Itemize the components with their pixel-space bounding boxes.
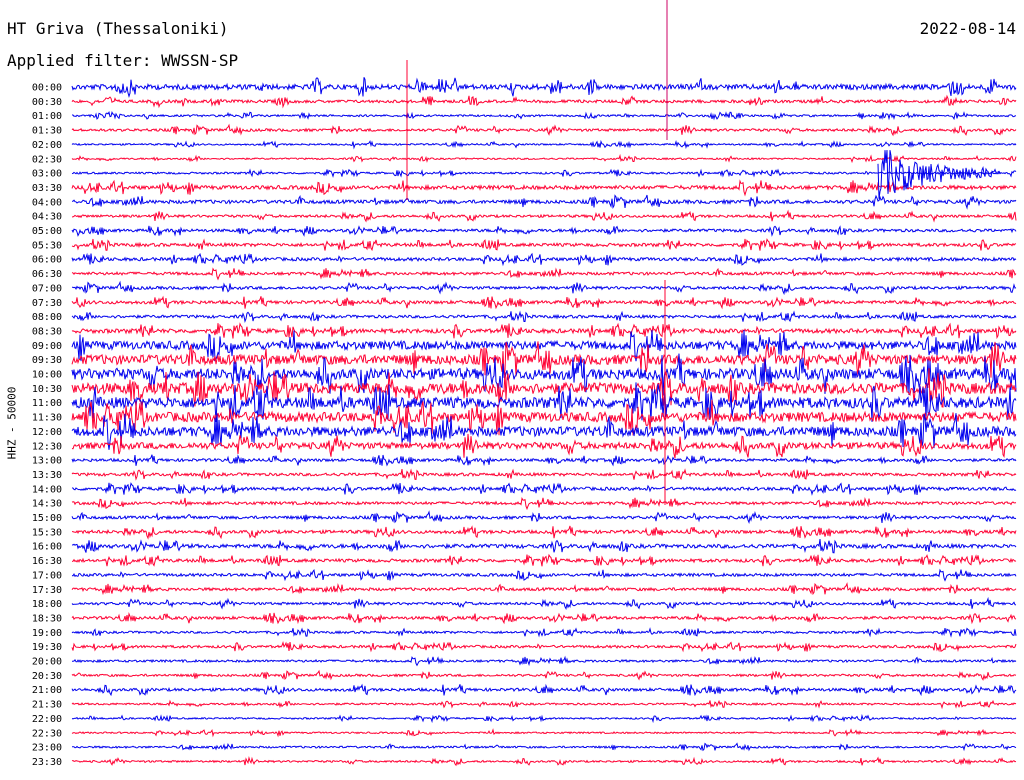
seismic-trace xyxy=(71,153,1017,164)
seismic-trace xyxy=(71,553,1017,567)
seismic-trace xyxy=(71,596,1017,611)
time-label: 19:00 xyxy=(32,628,62,639)
seismic-trace xyxy=(71,699,1017,710)
time-label: 11:00 xyxy=(32,398,62,409)
time-label: 10:30 xyxy=(32,384,62,395)
time-label: 22:00 xyxy=(32,714,62,725)
time-label: 23:00 xyxy=(32,743,62,754)
seismic-trace xyxy=(71,280,1017,296)
time-label: 13:00 xyxy=(32,456,62,467)
time-label: 08:00 xyxy=(32,312,62,323)
seismic-trace xyxy=(71,310,1017,323)
time-label: 14:30 xyxy=(32,499,62,510)
time-label: 07:30 xyxy=(32,298,62,309)
seismic-trace xyxy=(72,209,1017,223)
time-label: 10:00 xyxy=(32,370,62,381)
seismic-trace xyxy=(71,568,1017,582)
time-label: 00:30 xyxy=(32,97,62,108)
time-label: 03:30 xyxy=(32,183,62,194)
helicorder-plot: 00:00 00:30 01:00 01:30 02:00 02:30 03:00 03:30… xyxy=(32,0,1017,768)
seismic-trace xyxy=(72,194,1017,210)
time-label: 19:30 xyxy=(32,642,62,653)
seismic-trace xyxy=(71,713,1017,724)
seismic-trace xyxy=(71,728,1017,738)
time-label: 12:30 xyxy=(32,441,62,452)
seismic-trace xyxy=(71,329,1017,362)
time-label: 06:30 xyxy=(32,269,62,280)
seismic-trace xyxy=(71,322,1017,340)
time-label: 18:00 xyxy=(32,599,62,610)
time-label: 04:30 xyxy=(32,212,62,223)
seismic-trace xyxy=(71,168,1017,178)
time-label: 18:30 xyxy=(32,613,62,624)
time-label: 17:00 xyxy=(32,570,62,581)
time-label: 01:00 xyxy=(32,111,62,122)
seismic-trace xyxy=(71,238,1017,252)
seismic-trace xyxy=(72,525,1017,540)
time-label: 11:30 xyxy=(32,413,62,424)
seismic-trace xyxy=(71,468,1017,481)
seismic-trace xyxy=(71,295,1017,310)
seismic-trace xyxy=(71,139,1017,150)
time-label: 15:00 xyxy=(32,513,62,524)
seismic-trace xyxy=(71,627,1017,638)
seismic-trace xyxy=(72,110,1017,121)
seismic-trace xyxy=(71,510,1017,525)
time-label-layer: 00:00 00:30 01:00 01:30 02:00 02:30 03:00 03:30… xyxy=(32,83,62,768)
seismic-trace xyxy=(71,496,1017,511)
seismic-trace xyxy=(71,482,1017,496)
time-label: 08:30 xyxy=(32,326,62,337)
time-label: 06:00 xyxy=(32,255,62,266)
seismic-trace xyxy=(71,669,1017,681)
time-label: 17:30 xyxy=(32,585,62,596)
trace-layer xyxy=(71,77,1017,767)
time-label: 07:00 xyxy=(32,283,62,294)
time-label: 16:30 xyxy=(32,556,62,567)
time-label: 05:00 xyxy=(32,226,62,237)
seismic-trace xyxy=(71,225,1017,237)
seismic-trace xyxy=(71,179,1017,197)
seismic-trace xyxy=(71,123,1017,137)
seismic-trace xyxy=(72,742,1017,752)
seismic-trace xyxy=(71,252,1017,267)
seismic-trace xyxy=(71,755,1017,767)
time-label: 21:30 xyxy=(32,700,62,711)
time-label: 09:00 xyxy=(32,341,62,352)
time-label: 03:00 xyxy=(32,169,62,180)
time-label: 04:00 xyxy=(32,197,62,208)
time-label: 20:00 xyxy=(32,657,62,668)
time-label: 09:30 xyxy=(32,355,62,366)
time-label: 21:00 xyxy=(32,685,62,696)
time-label: 16:00 xyxy=(32,542,62,553)
time-label: 22:30 xyxy=(32,728,62,739)
time-label: 13:30 xyxy=(32,470,62,481)
time-label: 05:30 xyxy=(32,240,62,251)
time-label: 01:30 xyxy=(32,126,62,137)
seismic-trace xyxy=(71,612,1017,625)
seismic-trace xyxy=(72,655,1017,667)
seismic-trace xyxy=(71,77,1017,98)
seismic-trace xyxy=(71,454,1017,467)
time-label: 02:30 xyxy=(32,154,62,165)
time-label: 14:00 xyxy=(32,484,62,495)
seismic-trace xyxy=(71,640,1017,653)
time-label: 15:30 xyxy=(32,527,62,538)
seismic-trace xyxy=(71,683,1017,697)
time-label: 12:00 xyxy=(32,427,62,438)
seismic-trace xyxy=(71,94,1017,109)
seismic-trace xyxy=(71,539,1017,554)
time-label: 23:30 xyxy=(32,757,62,768)
seismic-trace xyxy=(71,267,1017,281)
time-label: 02:00 xyxy=(32,140,62,151)
time-label: 20:30 xyxy=(32,671,62,682)
time-label: 00:00 xyxy=(32,83,62,94)
seismic-trace xyxy=(71,582,1017,596)
